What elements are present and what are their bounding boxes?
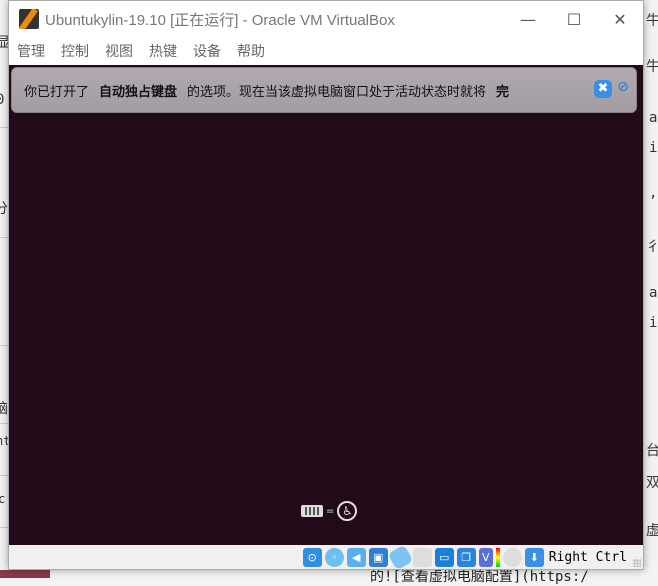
minimize-button[interactable]: — — [505, 1, 551, 37]
notice-bold-text: 自动独占键盘 — [99, 84, 178, 100]
menu-view[interactable]: 视图 — [105, 41, 133, 61]
background-taskbar-fragment — [0, 570, 50, 578]
window-title: Ubuntukylin-19.10 [正在运行] - Oracle VM Vir… — [45, 11, 395, 29]
bg-text: 彳 — [646, 239, 658, 255]
notice-tail: 完 — [496, 84, 510, 100]
menu-machine[interactable]: 管理 — [17, 41, 45, 61]
bg-text: 虚 — [646, 523, 658, 539]
bg-text: c — [0, 492, 6, 506]
audio-icon[interactable]: ◀ — [346, 547, 366, 567]
guest-keyboard-indicator: = ♿ — [301, 501, 358, 521]
video-capture-icon[interactable]: ❐ — [456, 547, 476, 567]
vm-display[interactable]: 你已打开了 自动独占键盘 的选项。现在当该虚拟电脑窗口处于活动状态时就将 完 ✖… — [9, 65, 643, 545]
title-bar[interactable]: Ubuntukylin-19.10 [正在运行] - Oracle VM Vir… — [9, 1, 643, 37]
menu-help[interactable]: 帮助 — [237, 41, 265, 61]
bg-text: i — [649, 140, 658, 156]
virtualbox-app-icon — [19, 9, 39, 29]
host-key-label: Right Ctrl — [548, 549, 627, 565]
bg-text: i — [649, 315, 658, 331]
display-icon[interactable]: ▭ — [434, 547, 454, 567]
optical-drive-icon[interactable]: ◦ — [324, 547, 344, 567]
bg-text: 台 — [646, 443, 658, 459]
hard-disk-icon[interactable]: ⊙ — [302, 547, 322, 567]
bg-text: 牛 — [646, 13, 658, 29]
cpu-activity-icon — [495, 547, 500, 567]
usb-icon[interactable] — [387, 544, 414, 570]
network-icon[interactable]: ▣ — [368, 547, 388, 567]
notice-text-2: 的选项。现在当该虚拟电脑窗口处于活动状态时就将 — [187, 84, 487, 100]
close-notice-icon[interactable]: ✖ — [594, 80, 612, 98]
keyboard-capture-notice: 你已打开了 自动独占键盘 的选项。现在当该虚拟电脑窗口处于活动状态时就将 完 ✖… — [11, 67, 637, 113]
bg-text: , — [649, 185, 658, 201]
bg-text: 分 — [0, 201, 8, 217]
menu-bar: 管理 控制 视图 热键 设备 帮助 — [9, 37, 643, 65]
notice-text: 你已打开了 — [24, 84, 90, 100]
accessibility-icon[interactable]: ♿ — [337, 501, 358, 521]
keyboard-capture-icon[interactable]: ⬇ — [524, 547, 544, 567]
do-not-show-again-icon[interactable]: ⊘ — [614, 79, 632, 97]
shared-folders-icon[interactable] — [412, 547, 432, 567]
keyboard-icon — [301, 505, 323, 517]
equals-icon: = — [326, 505, 335, 517]
menu-input[interactable]: 热键 — [149, 41, 177, 61]
bg-text: 0 — [0, 92, 5, 108]
bg-text: 双 — [646, 475, 658, 491]
resize-grip[interactable] — [633, 559, 641, 567]
bg-text: 脑 — [0, 401, 8, 417]
bg-text: a — [649, 110, 658, 126]
maximize-button[interactable]: ☐ — [551, 1, 597, 37]
menu-devices[interactable]: 设备 — [193, 41, 221, 61]
status-bar: ⊙ ◦ ◀ ▣ ▭ ❐ V ⬇ Right Ctrl — [9, 544, 643, 570]
virtualbox-window: Ubuntukylin-19.10 [正在运行] - Oracle VM Vir… — [8, 0, 644, 570]
close-button[interactable]: ✕ — [597, 1, 643, 37]
mouse-integration-icon[interactable] — [502, 547, 522, 567]
virtualization-icon[interactable]: V — [478, 547, 493, 567]
menu-control[interactable]: 控制 — [61, 41, 89, 61]
bg-text: a — [649, 285, 658, 301]
bg-text: 牛 — [646, 59, 658, 75]
